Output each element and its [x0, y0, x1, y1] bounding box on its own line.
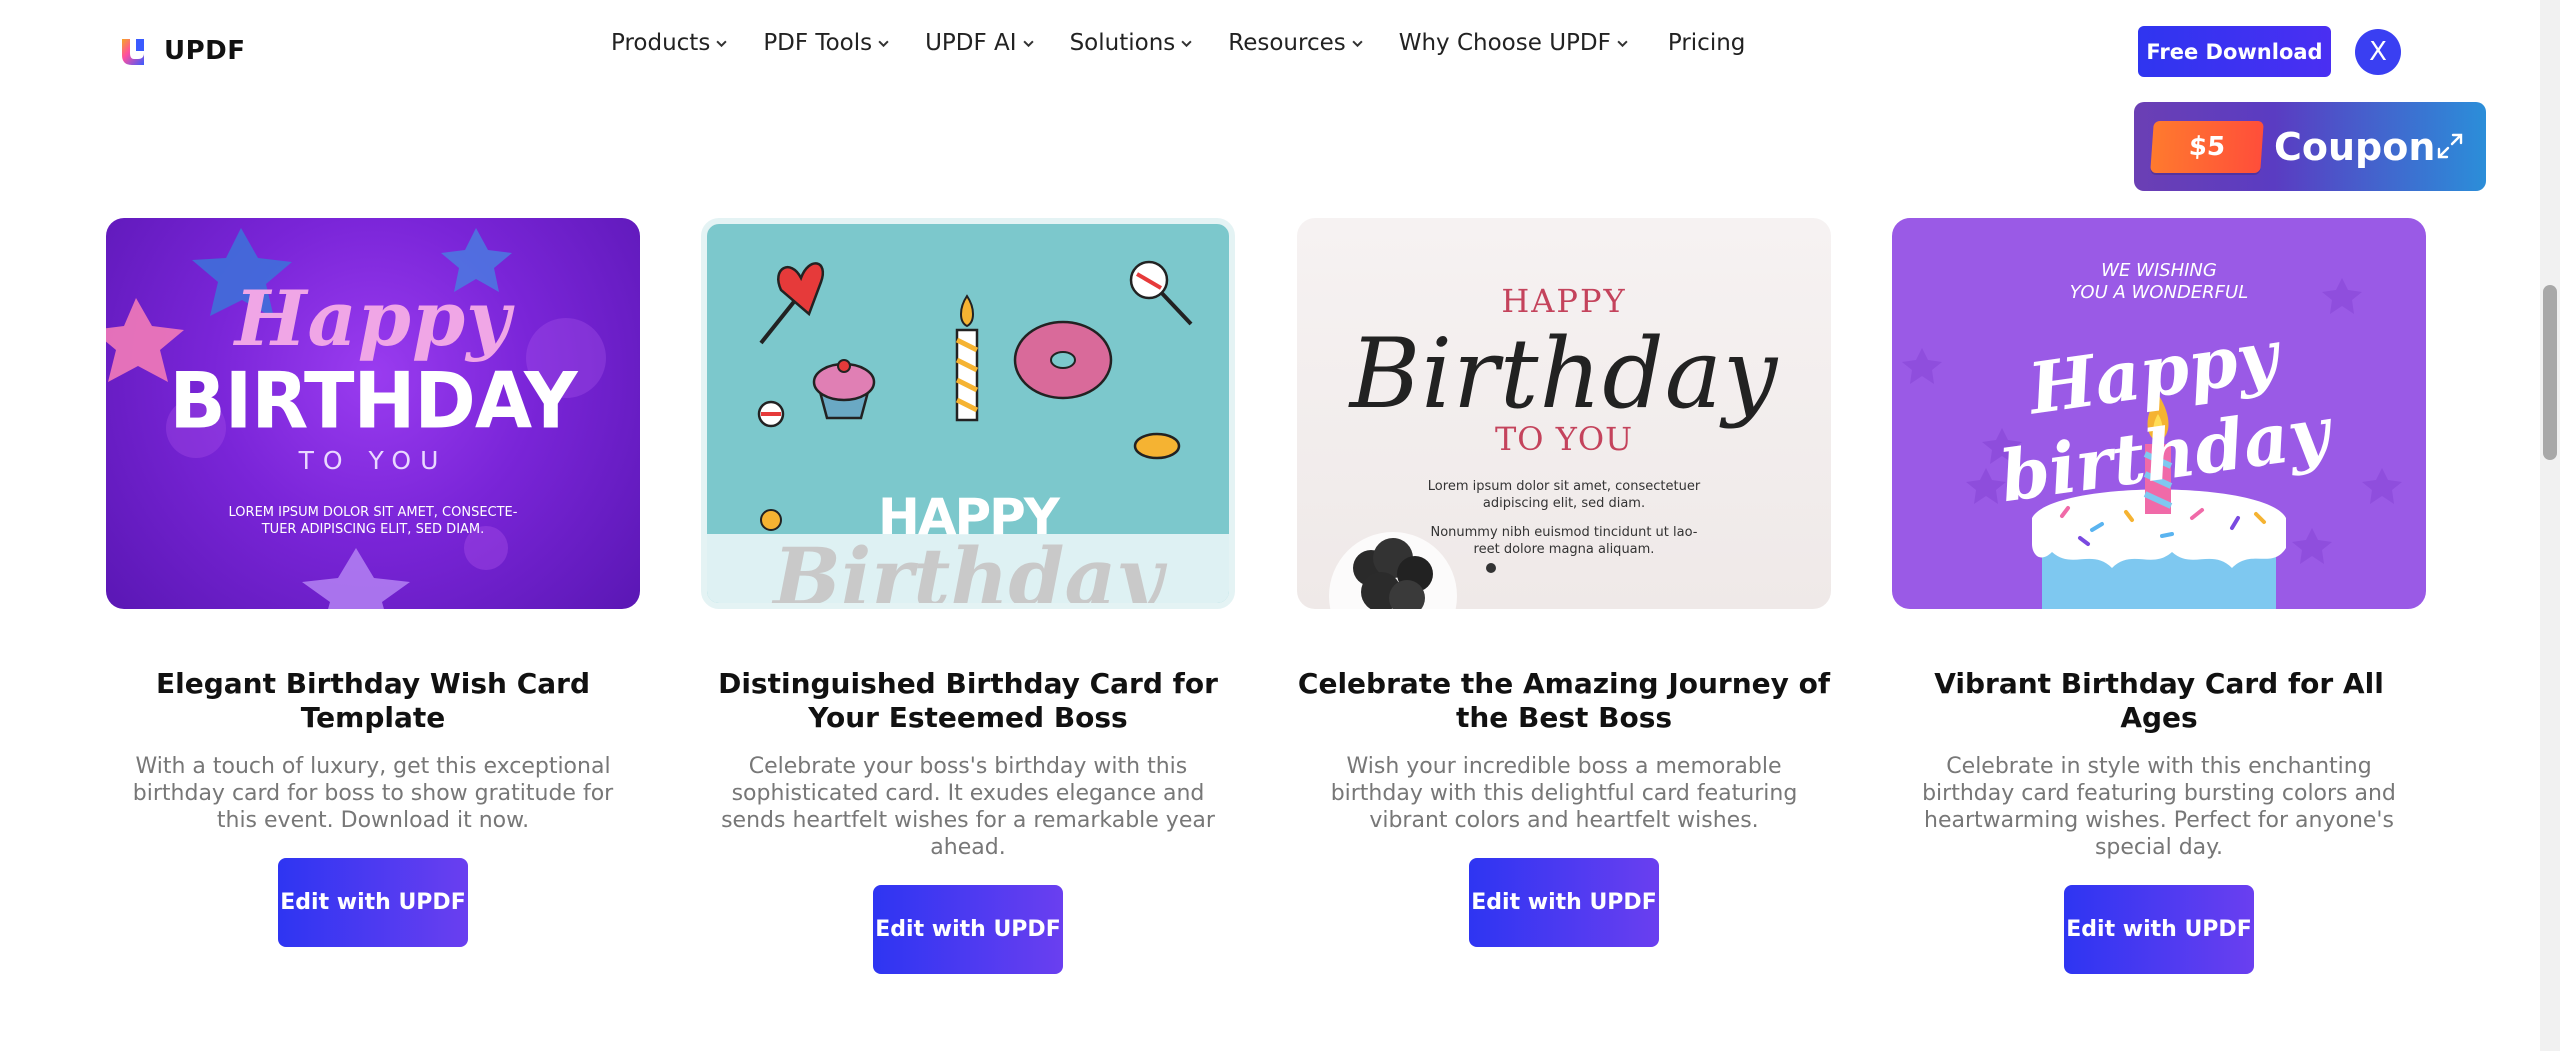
- nav-label: UPDF AI: [925, 30, 1017, 56]
- chevron-down-icon: [1617, 40, 1628, 47]
- card-description: Celebrate in style with this enchanting …: [1922, 754, 2396, 860]
- chevron-down-icon: [1352, 40, 1363, 47]
- chevron-down-icon: [1181, 40, 1192, 47]
- nav-label: Why Choose UPDF: [1398, 30, 1611, 56]
- coupon-label: Coupon: [2274, 124, 2436, 169]
- thumb-body-text: LOREM IPSUM DOLOR SIT AMET, CONSECTE- TU…: [228, 505, 518, 537]
- template-card: Happy BIRTHDAY TO YOU LOREM IPSUM DOLOR …: [106, 218, 640, 947]
- nav-label: Solutions: [1069, 30, 1176, 56]
- edit-with-updf-button[interactable]: Edit with UPDF: [873, 885, 1063, 974]
- avatar[interactable]: X: [2355, 29, 2401, 75]
- thumb-birthday: Birthday: [773, 530, 1163, 609]
- nav-label: PDF Tools: [763, 30, 873, 56]
- card-title: Vibrant Birthday Card for All Ages: [1934, 667, 2384, 734]
- card-title: Celebrate the Amazing Journey of the Bes…: [1297, 667, 1831, 734]
- nav-why-choose-updf[interactable]: Why Choose UPDF: [1399, 30, 1628, 56]
- card-description: Wish your incredible boss a memorable bi…: [1330, 754, 1798, 833]
- chevron-down-icon: [1022, 40, 1034, 47]
- brand-logo[interactable]: UPDF: [116, 33, 246, 69]
- nav-resources[interactable]: Resources: [1228, 30, 1363, 56]
- site-header: UPDF Products PDF Tools UPDF AI Solution…: [0, 0, 2540, 104]
- card-title: Elegant Birthday Wish Card Template: [156, 667, 590, 734]
- thumb-to-you: TO YOU: [298, 446, 448, 475]
- coupon-amount: $5: [2150, 120, 2264, 173]
- nav-solutions[interactable]: Solutions: [1070, 30, 1193, 56]
- card-thumbnail[interactable]: HAPPY Birthday TO YOU Lorem ipsum dolor …: [1297, 218, 1831, 609]
- balloons-decoration: [1329, 532, 1496, 609]
- card-description: With a touch of luxury, get this excepti…: [132, 754, 614, 833]
- thumb-happy: Happy: [234, 274, 512, 363]
- card-title: Distinguished Birthday Card for Your Est…: [718, 667, 1218, 734]
- template-card: WE WISHING YOU A WONDERFUL Happy birthda…: [1892, 218, 2426, 974]
- card-thumbnail[interactable]: Happy BIRTHDAY TO YOU LOREM IPSUM DOLOR …: [106, 218, 640, 609]
- free-download-button[interactable]: Free Download: [2138, 26, 2331, 77]
- nav-pricing[interactable]: Pricing: [1668, 30, 1746, 56]
- main-nav: Products PDF Tools UPDF AI Solutions Res…: [611, 30, 1745, 56]
- edit-with-updf-button[interactable]: Edit with UPDF: [2064, 885, 2254, 974]
- chevron-down-icon: [878, 40, 889, 47]
- expand-icon[interactable]: [2434, 130, 2466, 162]
- template-card: HAPPY Birthday TO YOU Lorem ipsum dolor …: [1297, 218, 1831, 947]
- nav-pdf-tools[interactable]: PDF Tools: [763, 30, 889, 56]
- nav-label: Resources: [1228, 30, 1346, 56]
- edit-with-updf-button[interactable]: Edit with UPDF: [1469, 858, 1659, 947]
- nav-updf-ai[interactable]: UPDF AI: [925, 30, 1034, 56]
- card-description: Celebrate your boss's birthday with this…: [721, 754, 1215, 860]
- card-thumbnail[interactable]: HAPPY Birthday: [701, 218, 1235, 609]
- nav-label: Pricing: [1667, 30, 1746, 56]
- thumb-subtitle: WE WISHING YOU A WONDERFUL: [2069, 260, 2249, 303]
- edit-with-updf-button[interactable]: Edit with UPDF: [278, 858, 468, 947]
- scrollbar-track[interactable]: [2540, 0, 2560, 1051]
- brand-name: UPDF: [164, 36, 246, 66]
- nav-label: Products: [611, 30, 711, 56]
- card-thumbnail[interactable]: WE WISHING YOU A WONDERFUL Happy birthda…: [1892, 218, 2426, 609]
- chevron-down-icon: [716, 40, 727, 47]
- coupon-banner[interactable]: $5 Coupon: [2134, 102, 2486, 191]
- template-card: HAPPY Birthday Distinguished Birthday Ca…: [701, 218, 1235, 974]
- scrollbar-thumb[interactable]: [2543, 285, 2557, 460]
- updf-logo-icon: [122, 39, 144, 65]
- nav-products[interactable]: Products: [611, 30, 727, 56]
- thumb-birthday: BIRTHDAY: [169, 355, 577, 447]
